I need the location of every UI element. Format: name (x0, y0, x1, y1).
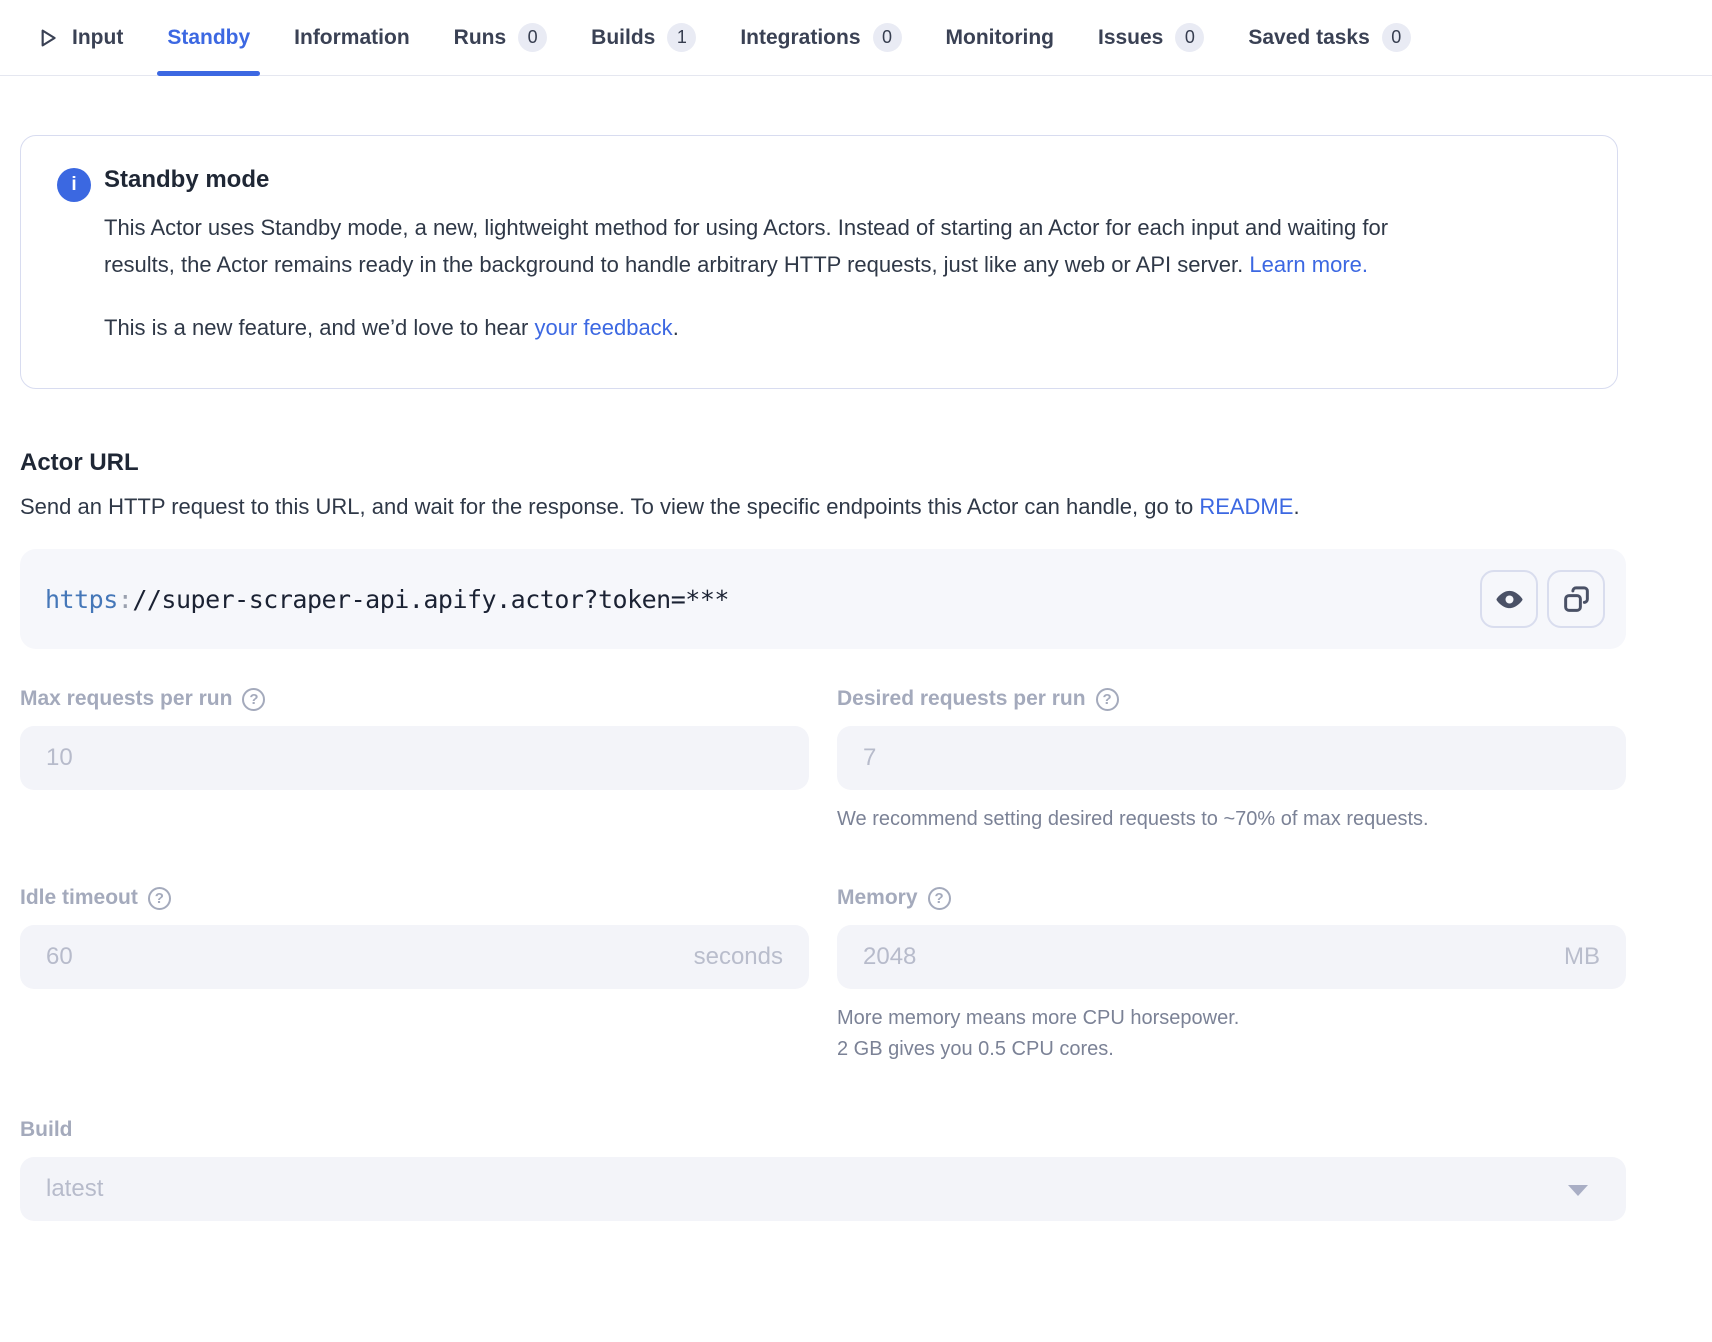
desired-requests-helper: We recommend setting desired requests to… (837, 804, 1626, 835)
field-build: Build latest (20, 1117, 1626, 1221)
label-text: Max requests per run (20, 687, 232, 711)
learn-more-link[interactable]: Learn more. (1249, 252, 1368, 277)
label-text: Build (20, 1118, 73, 1142)
tab-integrations[interactable]: Integrations 0 (740, 0, 901, 75)
saved-tasks-count-badge: 0 (1382, 23, 1411, 52)
banner-paragraph-1: This Actor uses Standby mode, a new, lig… (104, 209, 1454, 283)
builds-count-badge: 1 (667, 23, 696, 52)
banner-body-text: This Actor uses Standby mode, a new, lig… (104, 215, 1388, 277)
feedback-link[interactable]: your feedback (534, 315, 672, 340)
play-icon (34, 25, 60, 51)
build-select: latest (20, 1157, 1626, 1221)
actor-url-box: https://super-scraper-api.apify.actor?to… (20, 549, 1626, 649)
actor-url-description-period: . (1293, 494, 1299, 519)
tab-label: Integrations (740, 26, 860, 50)
tab-label: Runs (454, 26, 507, 50)
banner-feedback-period: . (673, 315, 679, 340)
banner-title: Standby mode (104, 166, 1454, 194)
label-text: Idle timeout (20, 886, 138, 910)
input-value: 2048 (863, 943, 916, 971)
idle-timeout-unit: seconds (694, 943, 783, 971)
field-idle-timeout: Idle timeout ? 60 seconds (20, 885, 809, 989)
copy-icon (1561, 584, 1592, 615)
desired-requests-input: 7 (837, 726, 1626, 790)
url-actions (1480, 570, 1605, 628)
input-value: 7 (863, 744, 876, 772)
banner-feedback-text: This is a new feature, and we’d love to … (104, 315, 528, 340)
field-memory: Memory ? 2048 MB More memory means more … (837, 885, 1626, 1065)
issues-count-badge: 0 (1175, 23, 1204, 52)
memory-unit: MB (1564, 943, 1600, 971)
banner-paragraph-2: This is a new feature, and we’d love to … (104, 309, 1454, 346)
tab-saved-tasks[interactable]: Saved tasks 0 (1248, 0, 1410, 75)
info-icon: i (57, 168, 91, 202)
build-label: Build (20, 1117, 1626, 1143)
tab-issues[interactable]: Issues 0 (1098, 0, 1204, 75)
chevron-down-icon (1568, 1185, 1588, 1196)
tab-information[interactable]: Information (294, 0, 410, 75)
actor-url-value: https://super-scraper-api.apify.actor?to… (45, 585, 1480, 614)
memory-helper-line-1: More memory means more CPU horsepower. (837, 1007, 1239, 1029)
tab-label: Saved tasks (1248, 26, 1369, 50)
question-mark-icon[interactable]: ? (148, 887, 171, 910)
copy-url-button[interactable] (1547, 570, 1605, 628)
tab-label: Issues (1098, 26, 1163, 50)
field-desired-requests: Desired requests per run ? 7 We recommen… (837, 686, 1626, 835)
runs-count-badge: 0 (518, 23, 547, 52)
tab-bar: Input Standby Information Runs 0 Builds … (0, 0, 1712, 76)
actor-url-heading: Actor URL (20, 449, 1626, 477)
tab-monitoring[interactable]: Monitoring (946, 0, 1054, 75)
idle-timeout-input: 60 seconds (20, 925, 809, 989)
max-requests-label: Max requests per run ? (20, 686, 809, 712)
tab-label: Information (294, 26, 410, 50)
input-value: 10 (46, 744, 73, 772)
question-mark-icon[interactable]: ? (1096, 688, 1119, 711)
label-text: Desired requests per run (837, 687, 1086, 711)
url-rest: //super-scraper-api.apify.actor?token=**… (132, 585, 729, 614)
tab-label: Standby (167, 26, 250, 50)
tab-input[interactable]: Input (34, 0, 123, 75)
url-colon: : (118, 585, 133, 614)
tab-label: Input (72, 26, 123, 50)
actor-url-description-text: Send an HTTP request to this URL, and wa… (20, 494, 1193, 519)
idle-timeout-label: Idle timeout ? (20, 885, 809, 911)
standby-mode-banner: i Standby mode This Actor uses Standby m… (20, 135, 1618, 389)
input-value: 60 (46, 943, 73, 971)
tab-runs[interactable]: Runs 0 (454, 0, 548, 75)
tab-builds[interactable]: Builds 1 (591, 0, 696, 75)
max-requests-input: 10 (20, 726, 809, 790)
memory-helper: More memory means more CPU horsepower. 2… (837, 1003, 1626, 1065)
memory-helper-line-2: 2 GB gives you 0.5 CPU cores. (837, 1038, 1114, 1060)
memory-input: 2048 MB (837, 925, 1626, 989)
question-mark-icon[interactable]: ? (242, 688, 265, 711)
field-max-requests: Max requests per run ? 10 (20, 686, 809, 790)
standby-settings-form: Max requests per run ? 10 Desired reques… (20, 686, 1626, 1221)
tab-standby[interactable]: Standby (167, 0, 250, 75)
integrations-count-badge: 0 (873, 23, 902, 52)
readme-link[interactable]: README (1199, 494, 1293, 519)
tab-label: Builds (591, 26, 655, 50)
desired-requests-label: Desired requests per run ? (837, 686, 1626, 712)
reveal-token-button[interactable] (1480, 570, 1538, 628)
actor-url-section: Actor URL Send an HTTP request to this U… (20, 449, 1626, 649)
tab-label: Monitoring (946, 26, 1054, 50)
memory-label: Memory ? (837, 885, 1626, 911)
select-value: latest (46, 1175, 103, 1203)
label-text: Memory (837, 886, 918, 910)
question-mark-icon[interactable]: ? (928, 887, 951, 910)
actor-url-description: Send an HTTP request to this URL, and wa… (20, 488, 1480, 525)
url-scheme: https (45, 585, 118, 614)
eye-icon (1494, 584, 1525, 615)
